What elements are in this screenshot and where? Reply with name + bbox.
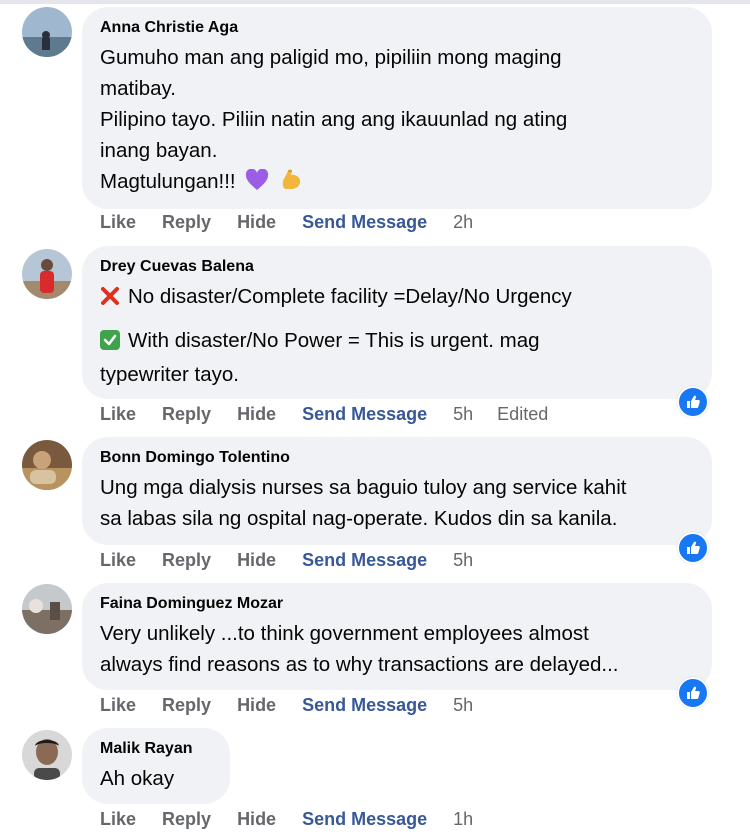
comment-author[interactable]: Malik Rayan (100, 739, 212, 759)
hide-button[interactable]: Hide (237, 695, 276, 716)
reply-button[interactable]: Reply (162, 809, 211, 830)
like-reaction-icon[interactable] (677, 677, 709, 709)
comment-actions: Like Reply Hide Send Message 5h (100, 695, 497, 716)
avatar[interactable] (22, 584, 72, 634)
hide-button[interactable]: Hide (237, 809, 276, 830)
timestamp[interactable]: 1h (453, 809, 473, 830)
comment-text: Pilipino tayo. Piliin natin ang ang ikau… (100, 108, 568, 131)
cross-mark-icon (100, 284, 120, 315)
comment-author[interactable]: Anna Christie Aga (100, 18, 694, 38)
hide-button[interactable]: Hide (237, 404, 276, 425)
flexed-biceps-icon (279, 167, 303, 200)
comment-bubble: Faina Dominguez Mozar Very unlikely ...t… (82, 583, 712, 690)
timestamp[interactable]: 5h (453, 404, 473, 425)
comment-author[interactable]: Drey Cuevas Balena (100, 257, 694, 277)
like-button[interactable]: Like (100, 212, 136, 233)
comment-text: inang bayan. (100, 139, 218, 162)
like-button[interactable]: Like (100, 809, 136, 830)
edited-label: Edited (497, 404, 549, 424)
timestamp[interactable]: 5h (453, 695, 473, 716)
comment-text: matibay. (100, 77, 176, 100)
reply-button[interactable]: Reply (162, 695, 211, 716)
comment-line: No disaster/Complete facility =Delay/No … (100, 281, 694, 315)
reply-button[interactable]: Reply (162, 550, 211, 571)
avatar[interactable] (22, 440, 72, 490)
comment-text: Gumuho man ang paligid mo, pipiliin mong… (100, 46, 562, 69)
comment-text: Ung mga dialysis nurses sa baguio tuloy … (100, 476, 627, 499)
like-reaction-icon[interactable] (677, 386, 709, 418)
comment-text: With disaster/No Power = This is urgent.… (128, 329, 540, 352)
send-message-button[interactable]: Send Message (302, 695, 427, 716)
comment-text: sa labas sila ng ospital nag-operate. Ku… (100, 507, 618, 530)
comment-text: always find reasons as to why transactio… (100, 653, 619, 676)
comment-author[interactable]: Faina Dominguez Mozar (100, 594, 694, 614)
comment-bubble: Drey Cuevas Balena No disaster/Complete … (82, 246, 712, 399)
send-message-button[interactable]: Send Message (302, 809, 427, 830)
avatar[interactable] (22, 730, 72, 780)
divider (0, 0, 750, 4)
comment-line: Magtulungan!!! (100, 166, 694, 200)
like-button[interactable]: Like (100, 404, 136, 425)
comment-text: Magtulungan!!! (100, 170, 236, 193)
comment-actions: Like Reply Hide Send Message 5h Edited (100, 404, 574, 425)
like-reaction-icon[interactable] (677, 532, 709, 564)
send-message-button[interactable]: Send Message (302, 212, 427, 233)
purple-heart-icon (245, 168, 269, 200)
comment-actions: Like Reply Hide Send Message 2h (100, 212, 497, 233)
hide-button[interactable]: Hide (237, 212, 276, 233)
comment-text: No disaster/Complete facility =Delay/No … (128, 285, 572, 308)
comment-line: With disaster/No Power = This is urgent.… (100, 325, 694, 359)
comment-bubble: Malik Rayan Ah okay (82, 728, 230, 804)
reply-button[interactable]: Reply (162, 404, 211, 425)
comment-actions: Like Reply Hide Send Message 5h (100, 550, 497, 571)
hide-button[interactable]: Hide (237, 550, 276, 571)
comment-text: Ah okay (100, 767, 175, 790)
avatar[interactable] (22, 249, 72, 299)
reply-button[interactable]: Reply (162, 212, 211, 233)
comment-text: typewriter tayo. (100, 363, 239, 386)
like-button[interactable]: Like (100, 550, 136, 571)
comment-bubble: Anna Christie Aga Gumuho man ang paligid… (82, 7, 712, 209)
comment-actions: Like Reply Hide Send Message 1h (100, 809, 497, 830)
send-message-button[interactable]: Send Message (302, 404, 427, 425)
check-mark-icon (100, 328, 120, 359)
timestamp[interactable]: 2h (453, 212, 473, 233)
comment-bubble: Bonn Domingo Tolentino Ung mga dialysis … (82, 437, 712, 545)
comment-author[interactable]: Bonn Domingo Tolentino (100, 448, 694, 468)
avatar[interactable] (22, 7, 72, 57)
comment-text: Very unlikely ...to think government emp… (100, 622, 589, 645)
send-message-button[interactable]: Send Message (302, 550, 427, 571)
like-button[interactable]: Like (100, 695, 136, 716)
timestamp[interactable]: 5h (453, 550, 473, 571)
